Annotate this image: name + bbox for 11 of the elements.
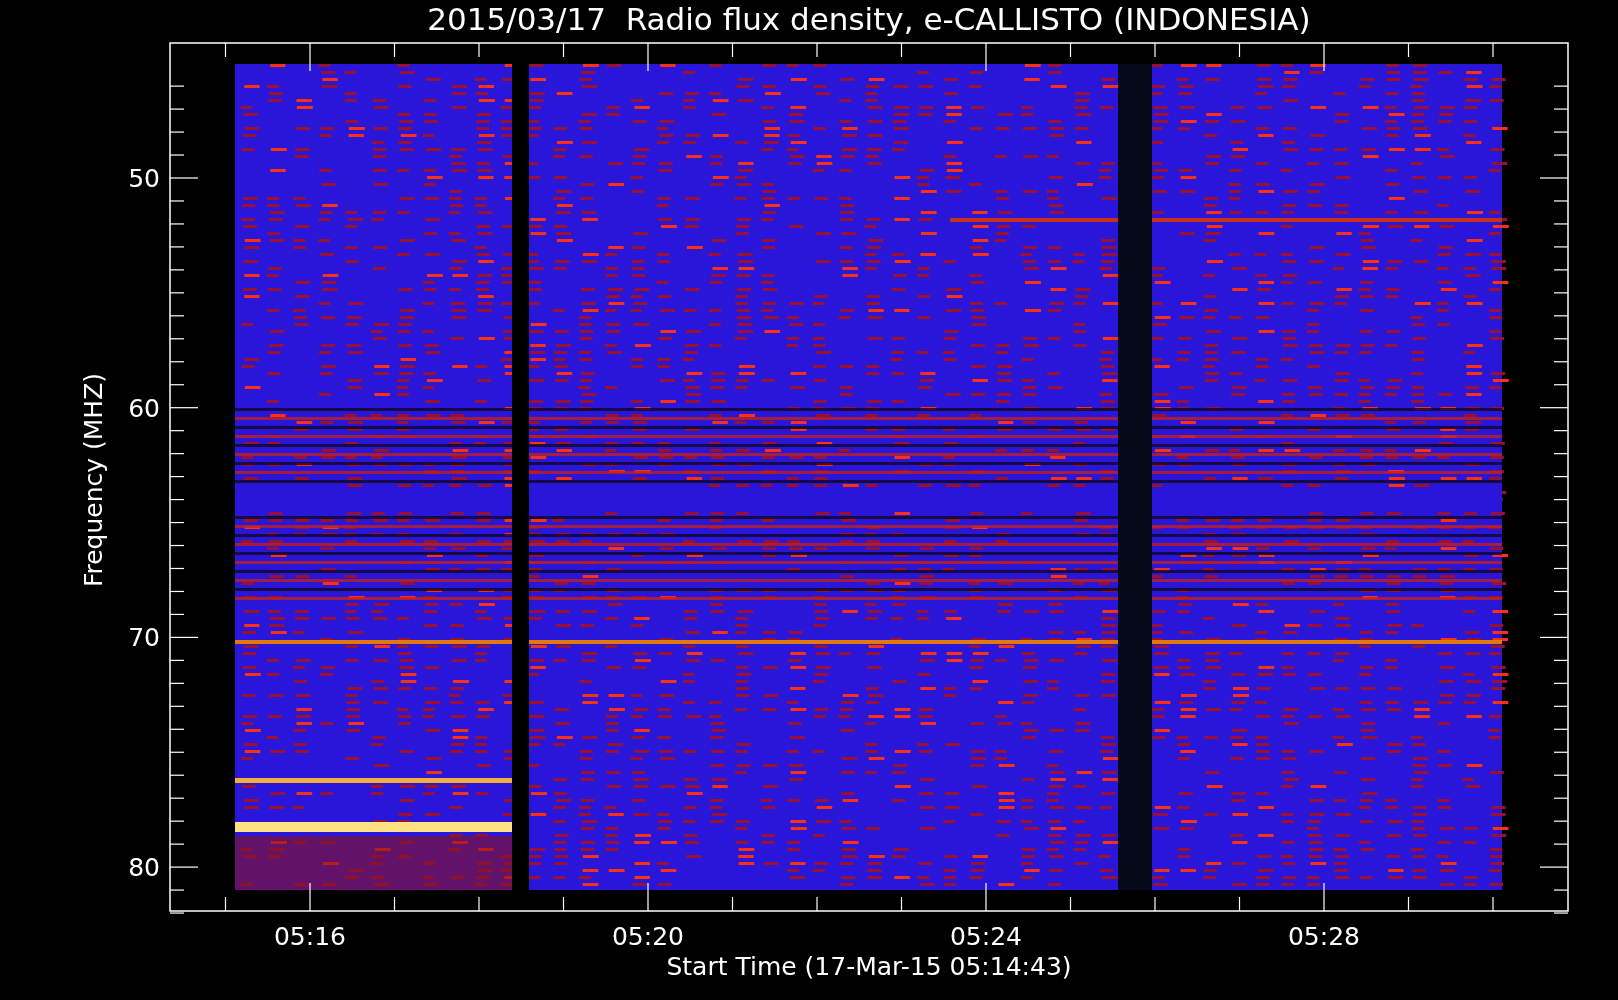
y-tick-label: 50 — [128, 164, 160, 193]
x-axis-label: Start Time (17-Mar-15 05:14:43) — [666, 952, 1072, 981]
chart-title: 2015/03/17 Radio flux density, e-CALLISTO (INDONESIA) — [427, 1, 1311, 37]
x-tick-label: 05:20 — [612, 922, 684, 951]
y-tick-label: 70 — [128, 623, 160, 653]
y-tick-label: 60 — [128, 393, 160, 423]
y-axis-label: Frequency (MHZ) — [79, 372, 108, 588]
x-tick-label: 05:16 — [274, 922, 346, 951]
y-tick-label: 80 — [128, 853, 160, 883]
x-tick-label: 05:28 — [1288, 922, 1360, 951]
x-tick-label: 05:24 — [950, 922, 1022, 951]
